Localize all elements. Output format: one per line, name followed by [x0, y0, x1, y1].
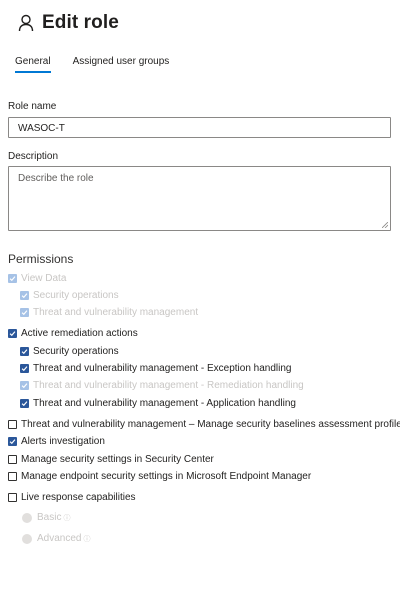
permission-label: Active remediation actions — [21, 328, 138, 339]
checkbox[interactable] — [20, 347, 29, 356]
perm-alerts-investigation[interactable]: Alerts investigation — [8, 436, 105, 447]
checkbox[interactable] — [8, 472, 17, 481]
permission-label: Threat and vulnerability management — [33, 307, 199, 318]
checkmark-icon — [21, 310, 28, 316]
permission-label: Alerts investigation — [21, 436, 105, 447]
radio-basic: Basic ⓘ — [22, 512, 70, 523]
checkmark-icon — [9, 439, 16, 445]
checkbox[interactable] — [8, 329, 17, 338]
perm-tvm-application[interactable]: Threat and vulnerability management - Ap… — [20, 398, 296, 409]
perm-live-response[interactable]: Live response capabilities — [8, 492, 136, 503]
radio-circle-icon — [22, 512, 32, 523]
perm-view-tvm: Threat and vulnerability management — [20, 307, 198, 318]
radio-basic-label: Basic — [37, 512, 62, 523]
checkbox[interactable] — [20, 364, 29, 373]
perm-active-remediation[interactable]: Active remediation actions — [8, 328, 138, 339]
role-name-label: Role name — [8, 101, 57, 112]
permission-label: Security operations — [33, 290, 119, 301]
permission-label: Live response capabilities — [21, 492, 136, 503]
radio-advanced-label: Advanced — [37, 533, 82, 544]
permission-label: Threat and vulnerability management - Re… — [33, 380, 304, 391]
checkbox — [20, 308, 29, 317]
person-icon — [18, 14, 34, 32]
radio-circle-icon — [22, 533, 32, 544]
permission-label: Manage security settings in Security Cen… — [21, 454, 214, 465]
perm-tvm-exception[interactable]: Threat and vulnerability management - Ex… — [20, 363, 292, 374]
checkbox — [20, 291, 29, 300]
perm-endpoint-settings[interactable]: Manage endpoint security settings in Mic… — [8, 471, 311, 482]
role-name-input[interactable]: WASOC-T — [8, 117, 391, 138]
permissions-heading: Permissions — [8, 252, 74, 266]
perm-tvm-remediation: Threat and vulnerability management - Re… — [20, 380, 304, 391]
checkbox[interactable] — [8, 437, 17, 446]
perm-remediation-security-ops[interactable]: Security operations — [20, 346, 119, 357]
checkmark-icon — [21, 366, 28, 372]
checkbox[interactable] — [8, 493, 17, 502]
checkbox[interactable] — [20, 399, 29, 408]
page-title: Edit role — [42, 12, 119, 33]
checkbox[interactable] — [8, 420, 17, 429]
checkbox — [20, 381, 29, 390]
permission-label: Manage endpoint security settings in Mic… — [21, 471, 312, 482]
permission-label: View Data — [21, 273, 67, 284]
permission-label: Threat and vulnerability management – Ma… — [21, 419, 400, 430]
perm-view-data: View Data — [8, 273, 66, 284]
checkmark-icon — [21, 293, 28, 299]
permission-label: Threat and vulnerability management - Ex… — [33, 363, 292, 374]
tab-general[interactable]: General — [15, 56, 51, 73]
radio-advanced: Advanced ⓘ — [22, 533, 90, 544]
checkmark-icon — [21, 349, 28, 355]
info-icon: ⓘ — [83, 535, 91, 543]
perm-tvm-baselines[interactable]: Threat and vulnerability management – Ma… — [8, 419, 400, 430]
checkmark-icon — [9, 276, 16, 282]
header: Edit role — [18, 12, 119, 34]
description-label: Description — [8, 151, 59, 162]
checkmark-icon — [21, 401, 28, 407]
permission-label: Security operations — [33, 346, 119, 357]
checkbox[interactable] — [8, 455, 17, 464]
perm-view-security-ops: Security operations — [20, 290, 119, 301]
resize-grip-icon[interactable] — [382, 222, 388, 228]
checkmark-icon — [21, 383, 28, 389]
checkbox — [8, 274, 17, 283]
tab-assigned-user-groups[interactable]: Assigned user groups — [73, 56, 170, 72]
description-placeholder: Describe the role — [18, 173, 94, 184]
checkmark-icon — [9, 331, 16, 337]
info-icon: ⓘ — [63, 514, 71, 522]
perm-security-center-settings[interactable]: Manage security settings in Security Cen… — [8, 454, 214, 465]
permission-label: Threat and vulnerability management - Ap… — [33, 398, 296, 409]
tab-bar: General Assigned user groups — [15, 56, 191, 73]
description-textarea[interactable]: Describe the role — [8, 166, 391, 231]
